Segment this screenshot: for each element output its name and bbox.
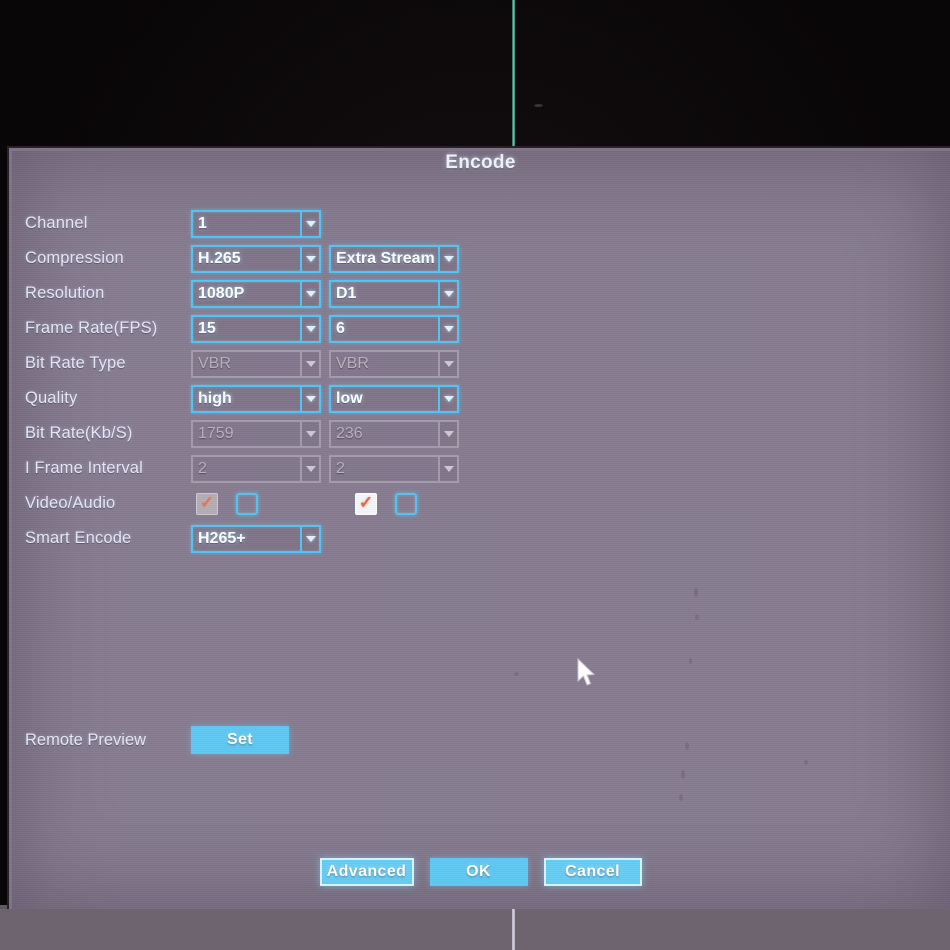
checkbox-sub-audio[interactable] xyxy=(395,492,417,515)
chevron-down-icon xyxy=(300,421,319,446)
page-title: Encode xyxy=(445,152,516,173)
dropdown-quality-sub-value: low xyxy=(336,389,363,407)
dropdown-i-frame-interval-sub: 2 xyxy=(329,454,459,483)
advanced-button[interactable]: Advanced xyxy=(319,858,414,886)
ok-button[interactable]: OK xyxy=(429,858,528,886)
label-bit-rate-type: Bit Rate Type xyxy=(25,354,126,372)
label-video-audio: Video/Audio xyxy=(25,494,116,512)
dropdown-resolution-main[interactable]: 1080P xyxy=(191,279,321,308)
dropdown-frame-rate-main[interactable]: 15 xyxy=(191,314,321,343)
label-channel: Channel xyxy=(25,214,88,232)
form-row-video-audio: Video/Audio ✓ ✓ xyxy=(25,486,485,521)
panel-speck xyxy=(689,658,692,664)
chevron-down-icon xyxy=(300,351,319,376)
encode-settings-form: Channel 1 Compression H.265 Extra Stream… xyxy=(25,206,485,556)
checkbox-main-audio[interactable] xyxy=(236,492,258,515)
label-quality: Quality xyxy=(25,389,78,407)
dropdown-smart-encode[interactable]: H265+ xyxy=(191,524,321,553)
panel-speck xyxy=(679,794,683,801)
form-row-frame-rate: Frame Rate(FPS) 15 6 xyxy=(25,311,485,346)
chevron-down-icon xyxy=(438,456,457,481)
dropdown-compression-main[interactable]: H.265 xyxy=(191,244,321,273)
chevron-down-icon xyxy=(438,351,457,376)
dropdown-bit-rate-type-main: VBR xyxy=(191,349,321,378)
chevron-down-icon xyxy=(300,456,319,481)
form-row-quality: Quality high low xyxy=(25,381,485,416)
dropdown-bit-rate-sub: 236 xyxy=(329,419,459,448)
dropdown-resolution-sub-value: D1 xyxy=(336,284,357,302)
checkbox-sub-video[interactable]: ✓ xyxy=(355,492,377,515)
chevron-down-icon[interactable] xyxy=(300,316,319,341)
dropdown-bit-rate-main-value: 1759 xyxy=(198,424,234,442)
dropdown-resolution-sub[interactable]: D1 xyxy=(329,279,459,308)
dropdown-channel[interactable]: 1 xyxy=(191,209,321,238)
dropdown-resolution-main-value: 1080P xyxy=(198,284,245,302)
dropdown-frame-rate-sub-value: 6 xyxy=(336,319,345,337)
check-icon: ✓ xyxy=(199,493,215,512)
dropdown-smart-encode-value: H265+ xyxy=(198,529,246,547)
dropdown-i-frame-interval-sub-value: 2 xyxy=(336,459,345,477)
dropdown-i-frame-interval-main-value: 2 xyxy=(198,459,207,477)
label-i-frame-interval: I Frame Interval xyxy=(25,459,143,477)
remote-preview-set-button[interactable]: Set xyxy=(191,726,289,754)
form-row-bit-rate: Bit Rate(Kb/S) 1759 236 xyxy=(25,416,485,451)
chevron-down-icon[interactable] xyxy=(438,246,457,271)
remote-preview-row: Remote Preview Set xyxy=(25,726,289,754)
video-noise-speck xyxy=(534,104,543,107)
chevron-down-icon[interactable] xyxy=(300,246,319,271)
dialog-footer-buttons: Advanced OK Cancel xyxy=(9,858,950,886)
dropdown-frame-rate-main-value: 15 xyxy=(198,319,216,337)
dialog-title-bar: Encode xyxy=(9,152,950,186)
label-smart-encode: Smart Encode xyxy=(25,529,132,547)
chevron-down-icon[interactable] xyxy=(438,316,457,341)
label-bit-rate: Bit Rate(Kb/S) xyxy=(25,424,133,442)
chevron-down-icon[interactable] xyxy=(300,526,319,551)
chevron-down-icon[interactable] xyxy=(300,386,319,411)
dropdown-compression-main-value: H.265 xyxy=(198,249,241,267)
encode-dialog: Encode Channel 1 Compression H.265 Extra… xyxy=(7,146,950,909)
form-row-channel: Channel 1 xyxy=(25,206,485,241)
form-row-compression: Compression H.265 Extra Stream xyxy=(25,241,485,276)
dropdown-stream-type-value: Extra Stream xyxy=(336,249,435,267)
dropdown-bit-rate-sub-value: 236 xyxy=(336,424,363,442)
dropdown-bit-rate-type-sub-value: VBR xyxy=(336,354,369,372)
dropdown-channel-value: 1 xyxy=(198,214,207,232)
form-row-smart-encode: Smart Encode H265+ xyxy=(25,521,485,556)
chevron-down-icon[interactable] xyxy=(438,281,457,306)
dropdown-stream-type[interactable]: Extra Stream xyxy=(329,244,459,273)
panel-speck xyxy=(695,614,699,620)
bottom-strip-scanline xyxy=(512,909,515,950)
chevron-down-icon[interactable] xyxy=(438,386,457,411)
chevron-down-icon xyxy=(438,421,457,446)
dropdown-quality-main[interactable]: high xyxy=(191,384,321,413)
check-icon: ✓ xyxy=(358,493,374,512)
form-row-bit-rate-type: Bit Rate Type VBR VBR xyxy=(25,346,485,381)
dropdown-quality-main-value: high xyxy=(198,389,232,407)
chevron-down-icon[interactable] xyxy=(300,211,319,236)
label-resolution: Resolution xyxy=(25,284,105,302)
label-frame-rate: Frame Rate(FPS) xyxy=(25,319,158,337)
cancel-button[interactable]: Cancel xyxy=(543,858,642,886)
form-row-resolution: Resolution 1080P D1 xyxy=(25,276,485,311)
chevron-down-icon[interactable] xyxy=(300,281,319,306)
dropdown-bit-rate-main: 1759 xyxy=(191,419,321,448)
panel-speck xyxy=(685,742,689,750)
label-remote-preview: Remote Preview xyxy=(25,730,147,749)
bottom-video-strip xyxy=(0,909,950,950)
panel-speck xyxy=(694,588,698,597)
checkbox-main-video[interactable]: ✓ xyxy=(196,492,218,515)
panel-speck xyxy=(514,672,519,676)
dropdown-bit-rate-type-main-value: VBR xyxy=(198,354,231,372)
panel-speck xyxy=(681,770,685,779)
label-compression: Compression xyxy=(25,249,124,267)
panel-speck xyxy=(804,760,808,765)
dropdown-frame-rate-sub[interactable]: 6 xyxy=(329,314,459,343)
form-row-i-frame-interval: I Frame Interval 2 2 xyxy=(25,451,485,486)
dropdown-bit-rate-type-sub: VBR xyxy=(329,349,459,378)
dropdown-quality-sub[interactable]: low xyxy=(329,384,459,413)
dropdown-i-frame-interval-main: 2 xyxy=(191,454,321,483)
